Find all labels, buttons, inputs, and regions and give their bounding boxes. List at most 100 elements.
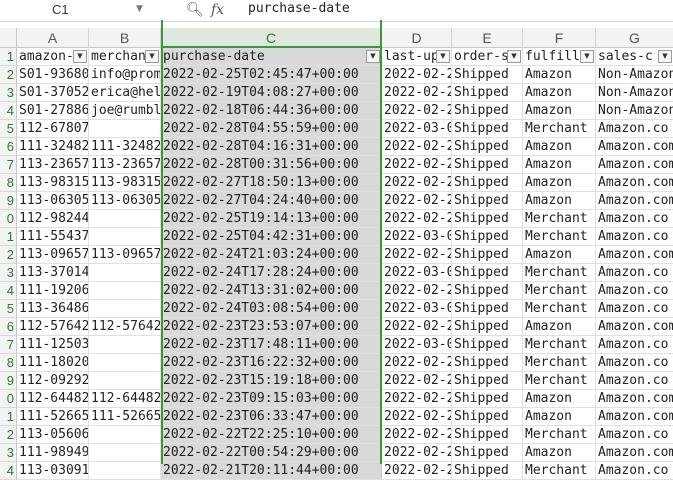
table-cell[interactable]: 113-09657 <box>89 246 161 264</box>
table-cell[interactable]: 111-5543794-353145 <box>17 228 89 246</box>
row-header[interactable]: 1 <box>0 408 17 426</box>
table-cell[interactable]: 2022-02-23T09:15:03+00:00 <box>161 390 382 408</box>
magnifier-icon[interactable]: 🔍︎ <box>186 0 204 20</box>
row-header[interactable]: 9 <box>0 192 17 210</box>
table-cell[interactable]: Shipped <box>452 210 523 228</box>
table-cell[interactable] <box>89 264 161 282</box>
table-cell[interactable]: 2022-02-25T02:45:47+00:00 <box>161 66 382 84</box>
table-cell[interactable]: 113-23657 <box>89 156 161 174</box>
table-cell[interactable] <box>89 444 161 462</box>
table-cell[interactable] <box>89 300 161 318</box>
row-header[interactable]: 9 <box>0 372 17 390</box>
column-header-f[interactable]: F <box>523 28 596 48</box>
table-cell[interactable]: Amazon <box>523 192 596 210</box>
table-cell[interactable]: Shipped <box>452 390 523 408</box>
header-cell-a[interactable]: amazon- ▼ <box>17 48 89 66</box>
formula-input[interactable]: purchase-date <box>248 0 673 20</box>
table-cell[interactable]: 2022-02-2 <box>382 354 452 372</box>
table-cell[interactable]: 111-1920621-546183 <box>17 282 89 300</box>
table-cell[interactable]: 2022-03-0 <box>382 120 452 138</box>
table-cell[interactable]: Amazon.com <box>596 138 673 156</box>
table-cell[interactable]: joe@rumbl <box>89 102 161 120</box>
table-cell[interactable]: 2022-02-2 <box>382 210 452 228</box>
row-header[interactable]: 2 <box>0 66 17 84</box>
table-cell[interactable]: Amazon <box>523 246 596 264</box>
table-cell[interactable]: 2022-02-2 <box>382 102 452 120</box>
filter-dropdown-icon[interactable]: ▼ <box>436 50 450 63</box>
table-cell[interactable]: Amazon.co <box>596 210 673 228</box>
filter-dropdown-icon[interactable]: ▼ <box>366 50 380 63</box>
table-cell[interactable]: 2022-02-24T17:28:24+00:00 <box>161 264 382 282</box>
table-cell[interactable]: Amazon <box>523 66 596 84</box>
table-cell[interactable]: 2022-03-0 <box>382 228 452 246</box>
table-cell[interactable]: 2022-02-2 <box>382 462 452 480</box>
table-cell[interactable]: 2022-03-0 <box>382 300 452 318</box>
table-cell[interactable] <box>89 210 161 228</box>
table-cell[interactable]: 2022-02-22T00:54:29+00:00 <box>161 444 382 462</box>
table-cell[interactable]: 112-6780742-153145 <box>17 120 89 138</box>
table-cell[interactable]: Amazon.com <box>596 444 673 462</box>
table-cell[interactable]: Non-Amazon <box>596 102 673 120</box>
table-cell[interactable]: Shipped <box>452 336 523 354</box>
table-cell[interactable]: Shipped <box>452 156 523 174</box>
table-cell[interactable]: Amazon <box>523 138 596 156</box>
table-cell[interactable]: Non-Amazon <box>596 66 673 84</box>
row-header[interactable]: 4 <box>0 102 17 120</box>
table-cell[interactable]: 2022-02-28T00:31:56+00:00 <box>161 156 382 174</box>
table-cell[interactable]: 2022-02-23T06:33:47+00:00 <box>161 408 382 426</box>
table-cell[interactable]: 2022-02-25T04:42:31+00:00 <box>161 228 382 246</box>
table-cell[interactable]: 2022-02-27T18:50:13+00:00 <box>161 174 382 192</box>
table-cell[interactable]: 113-23657 <box>17 156 89 174</box>
table-cell[interactable]: Amazon <box>523 444 596 462</box>
table-cell[interactable]: Merchant <box>523 372 596 390</box>
table-cell[interactable]: 2022-02-2 <box>382 84 452 102</box>
table-cell[interactable] <box>89 282 161 300</box>
table-cell[interactable]: 2022-02-2 <box>382 426 452 444</box>
row-header[interactable]: 6 <box>0 138 17 156</box>
table-cell[interactable]: 2022-02-2 <box>382 372 452 390</box>
table-cell[interactable]: 2022-02-24T03:08:54+00:00 <box>161 300 382 318</box>
table-cell[interactable]: Shipped <box>452 228 523 246</box>
column-header-g[interactable]: G <box>596 28 673 48</box>
table-cell[interactable]: Amazon.co <box>596 354 673 372</box>
table-cell[interactable]: 112-9824408-453303 <box>17 210 89 228</box>
table-cell[interactable]: 2022-02-2 <box>382 408 452 426</box>
table-cell[interactable]: Shipped <box>452 354 523 372</box>
table-cell[interactable]: Shipped <box>452 84 523 102</box>
column-header-a[interactable]: A <box>17 28 89 48</box>
table-cell[interactable]: Shipped <box>452 102 523 120</box>
table-cell[interactable]: 2022-02-23T17:48:11+00:00 <box>161 336 382 354</box>
row-header[interactable]: 7 <box>0 336 17 354</box>
row-header[interactable]: 4 <box>0 282 17 300</box>
filter-dropdown-icon[interactable]: ▼ <box>73 50 87 63</box>
table-cell[interactable]: 2022-02-28T04:55:59+00:00 <box>161 120 382 138</box>
table-cell[interactable]: 111-9894958-731784 <box>17 444 89 462</box>
table-cell[interactable]: Merchant <box>523 336 596 354</box>
table-cell[interactable]: Amazon.com <box>596 192 673 210</box>
table-cell[interactable]: 113-98315 <box>89 174 161 192</box>
header-cell-b[interactable]: merchan ▼ <box>89 48 161 66</box>
table-cell[interactable]: 112-57642 <box>17 318 89 336</box>
table-cell[interactable]: Shipped <box>452 66 523 84</box>
table-cell[interactable]: 111-32482 <box>17 138 89 156</box>
table-cell[interactable]: Non-Amazon <box>596 84 673 102</box>
select-all-corner[interactable] <box>0 28 17 48</box>
table-cell[interactable] <box>89 462 161 480</box>
table-cell[interactable]: Shipped <box>452 138 523 156</box>
table-cell[interactable]: Shipped <box>452 192 523 210</box>
table-cell[interactable]: Amazon.co <box>596 282 673 300</box>
table-cell[interactable]: 111-52665 <box>17 408 89 426</box>
table-cell[interactable]: Shipped <box>452 174 523 192</box>
filter-dropdown-icon[interactable]: ▼ <box>658 50 672 63</box>
table-cell[interactable]: Amazon <box>523 156 596 174</box>
table-cell[interactable]: 2022-02-25T19:14:13+00:00 <box>161 210 382 228</box>
row-header[interactable]: 5 <box>0 300 17 318</box>
table-cell[interactable]: Amazon.co <box>596 372 673 390</box>
filter-dropdown-icon[interactable]: ▼ <box>145 50 159 63</box>
table-cell[interactable]: 2022-02-2 <box>382 66 452 84</box>
table-cell[interactable]: 111-32482 <box>89 138 161 156</box>
table-cell[interactable]: 111-52665 <box>89 408 161 426</box>
table-cell[interactable]: Shipped <box>452 408 523 426</box>
table-cell[interactable] <box>89 372 161 390</box>
row-header[interactable]: 2 <box>0 426 17 444</box>
